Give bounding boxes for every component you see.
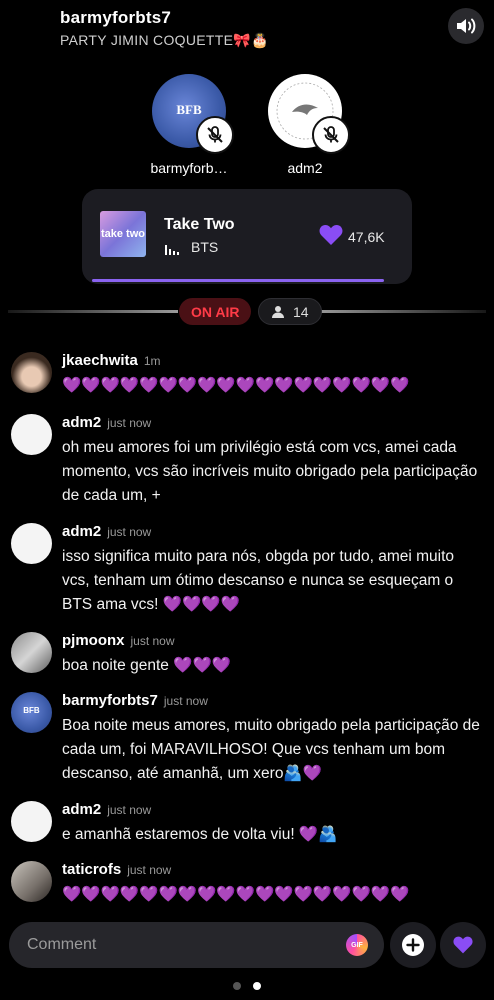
mic-muted-icon — [196, 116, 234, 154]
heart-icon — [453, 936, 473, 954]
host-name: barmyforb… — [150, 160, 228, 176]
heart-icon[interactable] — [318, 223, 344, 247]
message-text: isso significa muito para nós, obgda por… — [62, 548, 455, 613]
message-text: 💜💜💜💜💜💜💜💜💜💜💜💜💜💜💜💜💜💜 — [62, 377, 410, 394]
message-username[interactable]: jkaechwita — [62, 352, 138, 369]
avatar[interactable] — [11, 861, 52, 902]
avatar[interactable] — [11, 632, 52, 673]
avatar[interactable]: BFB — [11, 692, 52, 733]
listener-count: 14 — [293, 303, 309, 320]
message-time: just now — [163, 694, 208, 708]
mic-muted-icon — [312, 116, 350, 154]
comment-bar: GIF — [9, 922, 384, 968]
avatar — [268, 74, 350, 154]
message-text: Boa noite meus amores, muito obrigado pe… — [62, 717, 480, 782]
message-time: just now — [130, 634, 175, 648]
listener-count-badge[interactable]: 14 — [258, 298, 322, 325]
message-username[interactable]: adm2 — [62, 523, 101, 540]
message-time: 1m — [143, 354, 161, 368]
person-icon — [272, 305, 284, 318]
message-text: oh meu amores foi um privilégio está com… — [62, 439, 478, 504]
message-username[interactable]: adm2 — [62, 801, 101, 818]
add-button[interactable] — [390, 922, 436, 968]
page-dot-active[interactable] — [253, 982, 261, 990]
speaker-icon — [457, 18, 476, 34]
page-dot[interactable] — [233, 982, 241, 990]
song-title: Take Two — [164, 216, 235, 233]
message-username[interactable]: pjmoonx — [62, 632, 125, 649]
song-artist: BTS — [191, 239, 219, 255]
room-name: barmyforbts7 — [60, 8, 172, 27]
room-subtitle: PARTY JIMIN COQUETTE🎀🎂 — [60, 32, 269, 48]
divider — [8, 310, 178, 313]
comment-input[interactable] — [27, 922, 327, 968]
message-time: just now — [107, 525, 152, 539]
send-heart-button[interactable] — [440, 922, 486, 968]
avatar[interactable] — [11, 801, 52, 842]
message-time: just now — [107, 416, 152, 430]
host-name: adm2 — [287, 160, 323, 176]
host-adm2[interactable]: adm2 — [257, 74, 353, 176]
message-username[interactable]: adm2 — [62, 414, 101, 431]
album-art: take two — [100, 211, 146, 257]
avatar[interactable] — [11, 414, 52, 455]
host-barmyforbts7[interactable]: BFB barmyforb… — [141, 74, 237, 176]
message-time: just now — [127, 863, 172, 877]
playback-progress — [92, 279, 384, 282]
avatar[interactable] — [11, 523, 52, 564]
avatar-logo-text: BFB — [23, 706, 40, 715]
gif-button[interactable]: GIF — [346, 934, 368, 956]
plus-circle-icon — [402, 934, 424, 956]
message-username[interactable]: taticrofs — [62, 861, 121, 878]
message-text: 💜💜💜💜💜💜💜💜💜💜💜💜💜💜💜💜💜💜 — [62, 886, 410, 903]
equalizer-icon — [165, 245, 179, 255]
avatar[interactable] — [11, 352, 52, 393]
now-playing-card[interactable]: take two Take Two BTS 47,6K — [82, 189, 412, 284]
avatar: BFB — [152, 74, 234, 154]
like-count: 47,6K — [348, 229, 385, 245]
page-indicator — [0, 982, 494, 990]
message-username[interactable]: barmyforbts7 — [62, 692, 158, 709]
message-text: e amanhã estaremos de volta viu! 💜🫂 — [62, 826, 338, 843]
divider — [316, 310, 486, 313]
room-header: barmyforbts7 PARTY JIMIN COQUETTE🎀🎂 — [60, 8, 440, 49]
message-time: just now — [107, 803, 152, 817]
on-air-badge: ON AIR — [179, 298, 252, 325]
volume-button[interactable] — [448, 8, 484, 44]
message-text: boa noite gente 💜💜💜 — [62, 657, 232, 674]
host-list: BFB barmyforb… adm2 — [0, 74, 494, 176]
